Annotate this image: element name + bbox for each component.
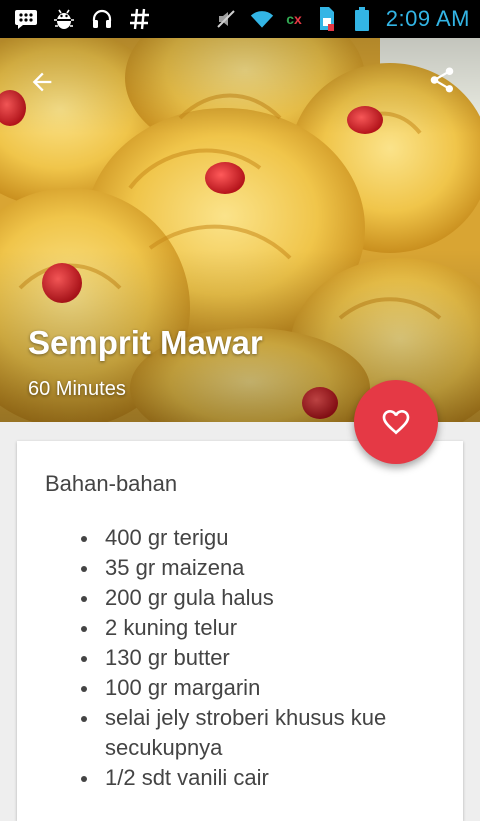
sim-card-icon [314,7,338,31]
carrier-mark: cx [286,11,302,27]
hash-icon [128,7,152,31]
battery-icon [350,7,374,31]
arrow-back-icon [32,72,52,92]
ingredient-item: 200 gr gula halus [45,583,425,613]
ingredient-item: 1/2 sdt vanili cair [45,763,425,793]
section-title: Bahan-bahan [45,471,178,496]
ingredient-item: selai jely stroberi khusus kue secukupny… [45,703,425,763]
recipe-hero: Semprit Mawar 60 Minutes [0,38,480,422]
mute-icon [214,7,238,31]
ingredient-item: 400 gr terigu [45,523,425,553]
ingredient-item: 130 gr butter [45,643,425,673]
status-bar: cx 2:09 AM [0,0,480,38]
ingredient-item: 100 gr margarin [45,673,425,703]
ingredient-item: 2 kuning telur [45,613,425,643]
wifi-icon [250,7,274,31]
status-time: 2:09 AM [385,6,470,31]
recipe-duration: 60 Minutes [28,378,126,400]
android-debug-icon [52,7,76,31]
favorite-button[interactable] [354,380,438,464]
ingredients-card: Bahan-bahan 400 gr terigu 35 gr maizena … [17,441,463,821]
ingredients-list: 400 gr terigu 35 gr maizena 200 gr gula … [45,523,425,793]
share-icon [430,67,454,93]
back-button[interactable] [24,64,60,100]
heart-icon [382,410,410,435]
share-button[interactable] [424,62,460,98]
recipe-title: Semprit Mawar [28,324,263,361]
headset-icon [90,7,114,31]
ingredient-item: 35 gr maizena [45,553,425,583]
bbm-icon [14,7,38,31]
